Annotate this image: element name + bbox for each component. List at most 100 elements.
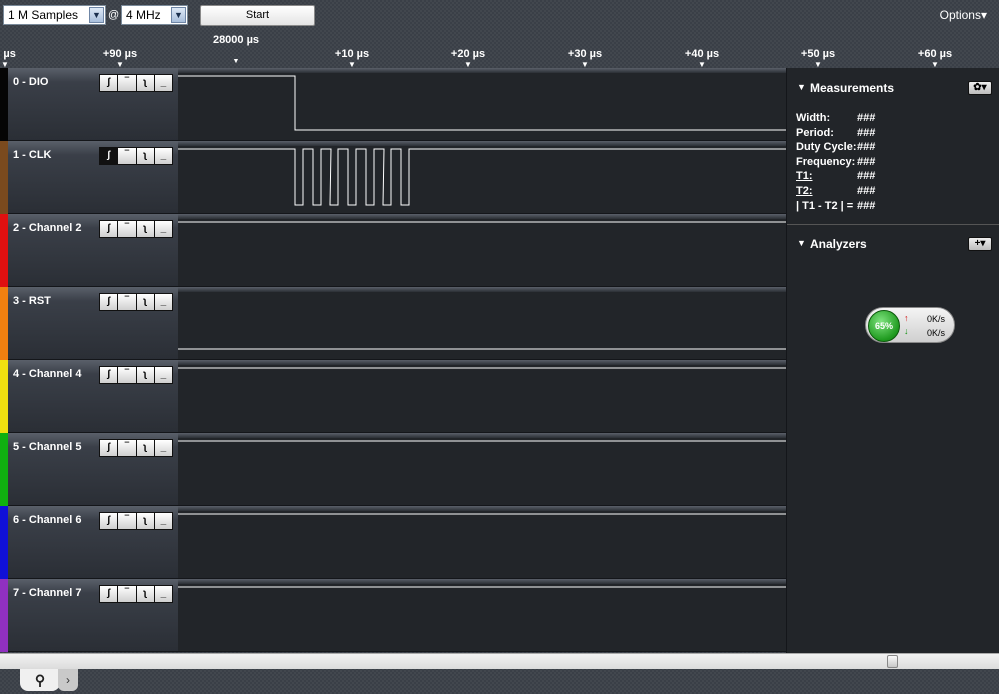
analyzers-title: Analyzers: [810, 237, 867, 251]
samples-select-value: 1 M Samples: [8, 8, 79, 22]
channel-name[interactable]: 1 - CLK: [13, 149, 52, 161]
trigger-low-edge-button[interactable]: _: [154, 75, 172, 91]
trigger-falling-edge-button[interactable]: ʅ: [136, 294, 155, 310]
trigger-high-edge-button[interactable]: ‾: [118, 75, 137, 91]
analyzers-header[interactable]: ▼ Analyzers +▾: [787, 228, 999, 256]
chevron-right-icon: ›: [66, 673, 70, 687]
channel-name[interactable]: 4 - Channel 4: [13, 368, 81, 380]
trigger-falling-edge-button[interactable]: ʅ: [136, 148, 155, 164]
samples-select[interactable]: 1 M Samples ▼: [3, 5, 106, 25]
waveform-area[interactable]: [178, 214, 786, 287]
measurement-row: Width: ###: [796, 112, 996, 127]
channel-label-panel[interactable]: 5 - Channel 5 ʃ ‾ ʅ _: [8, 433, 178, 506]
trigger-rising-edge-button[interactable]: ʃ: [100, 513, 119, 529]
download-rate: 0K/s: [927, 328, 946, 338]
trigger-high-edge-button[interactable]: ‾: [118, 440, 137, 456]
trigger-low-edge-button[interactable]: _: [154, 367, 172, 383]
chevron-down-icon[interactable]: ▼: [171, 7, 186, 23]
channel-name[interactable]: 5 - Channel 5: [13, 441, 81, 453]
channel-name[interactable]: 2 - Channel 2: [13, 222, 81, 234]
trigger-falling-edge-button[interactable]: ʅ: [136, 75, 155, 91]
trigger-high-edge-button[interactable]: ‾: [118, 294, 137, 310]
chevron-down-icon[interactable]: ▼: [89, 7, 104, 23]
time-ruler[interactable]: 28000 µs ▼ 0 µs▼+90 µs▼+10 µs▼+20 µs▼+30…: [0, 30, 999, 69]
channel-label-panel[interactable]: 0 - DIO ʃ ‾ ʅ _: [8, 68, 178, 141]
waveform-area[interactable]: [178, 360, 786, 433]
trigger-low-edge-button[interactable]: _: [154, 586, 172, 602]
channel-name[interactable]: 6 - Channel 6: [13, 514, 81, 526]
channel-label-panel[interactable]: 7 - Channel 7 ʃ ‾ ʅ _: [8, 579, 178, 652]
trigger-high-edge-button[interactable]: ‾: [118, 586, 137, 602]
channel-name[interactable]: 3 - RST: [13, 295, 51, 307]
channel-label-panel[interactable]: 1 - CLK ʃ ‾ ʅ _: [8, 141, 178, 214]
waveform-area[interactable]: [178, 68, 786, 141]
ruler-tick-label: +50 µs: [800, 48, 836, 60]
trigger-low-edge-button[interactable]: _: [154, 221, 172, 237]
trigger-falling-edge-button[interactable]: ʅ: [136, 221, 155, 237]
sample-rate-value: 4 MHz: [126, 8, 161, 22]
waveform-area[interactable]: [178, 287, 786, 360]
waveform-area[interactable]: [178, 141, 786, 214]
trigger-high-edge-button[interactable]: ‾: [118, 367, 137, 383]
start-button[interactable]: Start: [200, 5, 315, 26]
trigger-rising-edge-button[interactable]: ʃ: [100, 586, 119, 602]
trigger-falling-edge-button[interactable]: ʅ: [136, 440, 155, 456]
more-tab[interactable]: ›: [58, 669, 78, 691]
measurements-header[interactable]: ▼ Measurements ✿▾: [787, 72, 999, 100]
waveform-area[interactable]: [178, 433, 786, 506]
at-sign: @: [108, 9, 120, 21]
waveform-trace: [178, 348, 786, 350]
waveform-area[interactable]: [178, 579, 786, 652]
trigger-high-edge-button[interactable]: ‾: [118, 221, 137, 237]
trigger-rising-edge-button[interactable]: ʃ: [100, 367, 119, 383]
measurement-value: ###: [857, 126, 876, 139]
measurement-value: ###: [857, 170, 876, 183]
trigger-rising-edge-button[interactable]: ʃ: [100, 440, 119, 456]
channel-label-panel[interactable]: 3 - RST ʃ ‾ ʅ _: [8, 287, 178, 360]
channel-color-strip: [0, 287, 8, 360]
trigger-high-edge-button[interactable]: ‾: [118, 148, 137, 164]
channel-color-strip: [0, 141, 8, 214]
add-analyzer-button[interactable]: +▾: [968, 237, 992, 251]
measurement-label: | T1 - T2 | =: [796, 199, 854, 212]
waveform-line: [178, 75, 786, 131]
options-menu[interactable]: Options▾: [940, 8, 987, 22]
sample-rate-select[interactable]: 4 MHz ▼: [121, 5, 188, 25]
collapse-caret-icon[interactable]: ▼: [797, 238, 806, 248]
measurement-label: Width:: [796, 112, 831, 124]
trigger-button-group: ʃ ‾ ʅ _: [99, 585, 173, 603]
trigger-high-edge-button[interactable]: ‾: [118, 513, 137, 529]
waveform-trace: [178, 148, 786, 206]
trigger-falling-edge-button[interactable]: ʅ: [136, 586, 155, 602]
channel-name[interactable]: 0 - DIO: [13, 76, 48, 88]
upload-rate: 0K/s: [927, 314, 946, 324]
channel-row: 0 - DIO ʃ ‾ ʅ _: [0, 68, 786, 141]
measurements-settings-button[interactable]: ✿▾: [968, 81, 992, 95]
measurement-value: ###: [857, 155, 876, 168]
horizontal-scrollbar[interactable]: [0, 653, 999, 669]
trigger-low-edge-button[interactable]: _: [154, 440, 172, 456]
trigger-falling-edge-button[interactable]: ʅ: [136, 367, 155, 383]
measurement-label: Frequency:: [796, 155, 856, 168]
trigger-low-edge-button[interactable]: _: [154, 294, 172, 310]
trigger-low-edge-button[interactable]: _: [154, 513, 172, 529]
collapse-caret-icon[interactable]: ▼: [797, 82, 806, 92]
measurement-value: ###: [857, 141, 876, 154]
measurement-label[interactable]: T1:: [796, 170, 813, 182]
toolbar: 1 M Samples ▼ @ 4 MHz ▼ Start Options▾: [0, 0, 999, 30]
scrollbar-thumb[interactable]: [887, 655, 898, 668]
ruler-tick-label: +90 µs: [102, 48, 138, 60]
trigger-falling-edge-button[interactable]: ʅ: [136, 513, 155, 529]
trigger-rising-edge-button[interactable]: ʃ: [100, 75, 119, 91]
measurement-label[interactable]: T2:: [796, 185, 813, 197]
channel-name[interactable]: 7 - Channel 7: [13, 587, 81, 599]
trigger-low-edge-button[interactable]: _: [154, 148, 172, 164]
channel-label-panel[interactable]: 4 - Channel 4 ʃ ‾ ʅ _: [8, 360, 178, 433]
channel-label-panel[interactable]: 2 - Channel 2 ʃ ‾ ʅ _: [8, 214, 178, 287]
search-tab[interactable]: ⚲: [20, 669, 60, 691]
trigger-rising-edge-button[interactable]: ʃ: [100, 148, 119, 164]
trigger-rising-edge-button[interactable]: ʃ: [100, 221, 119, 237]
waveform-area[interactable]: [178, 506, 786, 579]
channel-label-panel[interactable]: 6 - Channel 6 ʃ ‾ ʅ _: [8, 506, 178, 579]
trigger-rising-edge-button[interactable]: ʃ: [100, 294, 119, 310]
